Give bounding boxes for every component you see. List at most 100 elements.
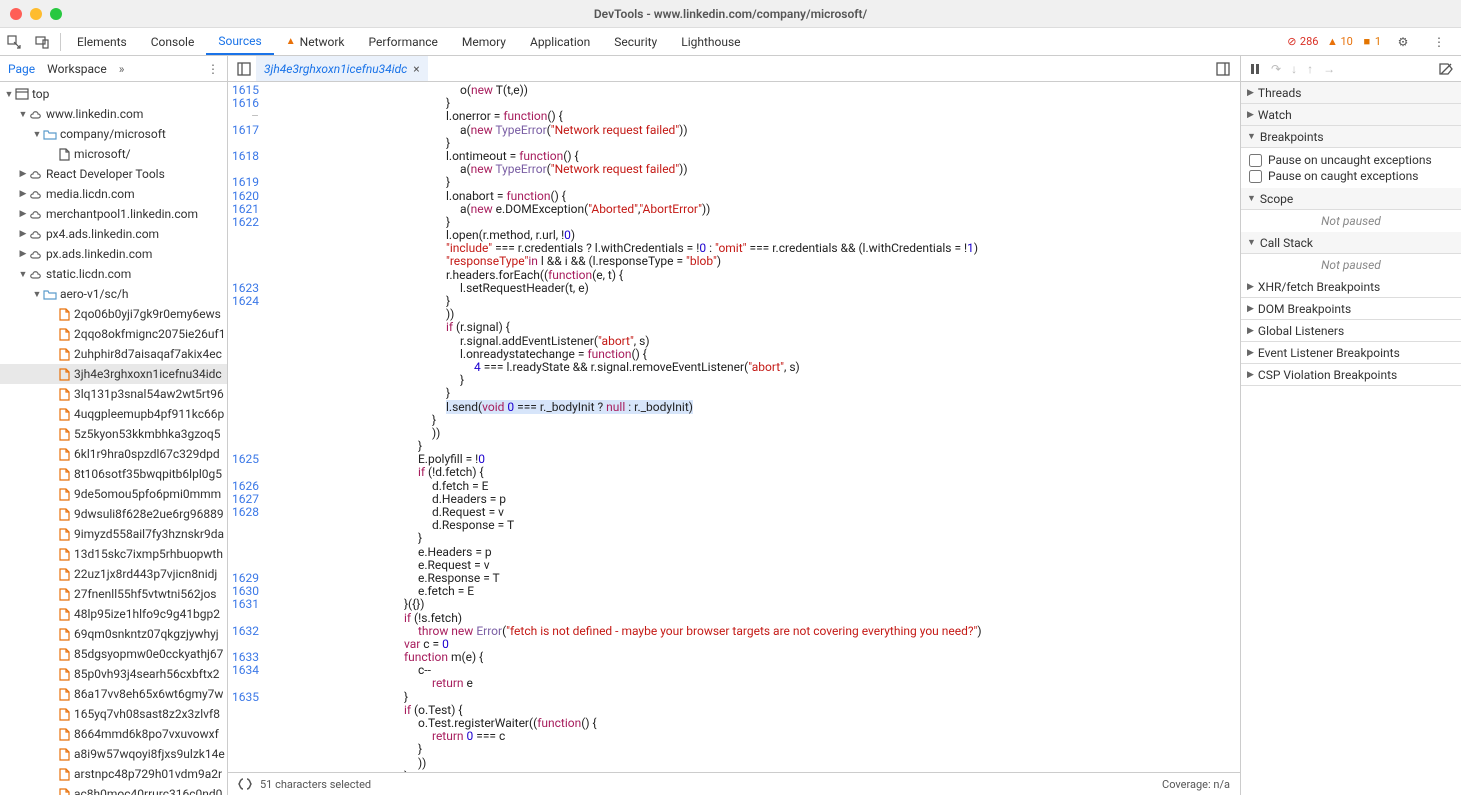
- pretty-print-icon[interactable]: [238, 778, 252, 790]
- section-scope[interactable]: ▼Scope: [1241, 188, 1461, 210]
- tree-item[interactable]: 13d15skc7ixmp5rhbuopwth: [0, 544, 227, 564]
- code-editor[interactable]: 16151616–1617 1618 1619162016211622 1623…: [228, 82, 1240, 772]
- panel-tab-network[interactable]: ▲Network: [274, 28, 357, 55]
- section-xhr-fetch-breakpoints[interactable]: ▶XHR/fetch Breakpoints: [1241, 276, 1461, 298]
- tree-item[interactable]: 9de5omou5pfo6pmi0mmm: [0, 484, 227, 504]
- panel-tab-memory[interactable]: Memory: [450, 28, 518, 55]
- tree-item[interactable]: a8i9w57wqoyi8fjxs9ulzk14e: [0, 744, 227, 764]
- inspect-icon[interactable]: [0, 28, 28, 55]
- warning-count[interactable]: ▲10: [1326, 35, 1352, 48]
- file-icon: [56, 728, 72, 741]
- section-dom-breakpoints[interactable]: ▶DOM Breakpoints: [1241, 298, 1461, 320]
- editor-tab[interactable]: 3jh4e3rghxoxn1icefnu34idc ×: [256, 56, 428, 81]
- tree-item[interactable]: ▼top: [0, 84, 227, 104]
- panel-tab-performance[interactable]: Performance: [357, 28, 450, 55]
- tree-item[interactable]: 27fnenll55hf5vtwtni562jos: [0, 584, 227, 604]
- file-icon: [56, 608, 72, 621]
- tree-item[interactable]: 85dgsyopmw0e0cckyathj67: [0, 644, 227, 664]
- pause-caught-checkbox[interactable]: Pause on caught exceptions: [1249, 168, 1453, 184]
- tree-item[interactable]: 22uz1jx8rd443p7vjicn8nidj: [0, 564, 227, 584]
- device-icon[interactable]: [28, 28, 56, 55]
- cloud-icon: [28, 169, 44, 180]
- tree-label: company/microsoft: [60, 127, 166, 141]
- tree-item[interactable]: ▼static.licdn.com: [0, 264, 227, 284]
- zoom-window-icon[interactable]: [50, 8, 62, 20]
- tree-label: 4uqgpleemupb4pf911kc66p: [74, 407, 224, 421]
- sidebar-tab-page[interactable]: Page: [8, 62, 35, 76]
- tree-item[interactable]: arstnpc48p729h01vdm9a2r: [0, 764, 227, 784]
- tree-item[interactable]: ▶px4.ads.linkedin.com: [0, 224, 227, 244]
- tree-item[interactable]: 8664mmd6k8po7vxuvowxf: [0, 724, 227, 744]
- panel-tab-lighthouse[interactable]: Lighthouse: [669, 28, 752, 55]
- file-icon: [56, 308, 72, 321]
- tree-item[interactable]: 165yq7vh08sast8z2x3zlvf8: [0, 704, 227, 724]
- settings-icon[interactable]: ⚙: [1389, 35, 1417, 49]
- step-into-icon[interactable]: ↓: [1291, 62, 1297, 76]
- file-icon: [56, 508, 72, 521]
- close-window-icon[interactable]: [10, 8, 22, 20]
- tree-item[interactable]: 69qm0snkntz07qkgzjywhyj: [0, 624, 227, 644]
- tree-item[interactable]: ▼company/microsoft: [0, 124, 227, 144]
- tree-item[interactable]: microsoft/: [0, 144, 227, 164]
- tree-item[interactable]: 4uqgpleemupb4pf911kc66p: [0, 404, 227, 424]
- tree-item[interactable]: ▶React Developer Tools: [0, 164, 227, 184]
- pause-uncaught-checkbox[interactable]: Pause on uncaught exceptions: [1249, 152, 1453, 168]
- file-icon: [56, 408, 72, 421]
- tree-item[interactable]: 6kl1r9hra0spzdl67c329dpd: [0, 444, 227, 464]
- tree-item[interactable]: 5z5kyon53kkmbhka3gzoq5: [0, 424, 227, 444]
- tree-item[interactable]: 2uhphir8d7aisaqaf7akix4ec: [0, 344, 227, 364]
- tree-item[interactable]: ▼aero-v1/sc/h: [0, 284, 227, 304]
- tree-item[interactable]: ac8h0moc40rrurc316c0nd0: [0, 784, 227, 795]
- navigator-toggle-icon[interactable]: [232, 62, 256, 76]
- section-callstack[interactable]: ▼Call Stack: [1241, 232, 1461, 254]
- tree-item[interactable]: 86a17vv8eh65x6wt6gmy7w: [0, 684, 227, 704]
- tree-item[interactable]: 9imyzd558ail7fy3hznskr9da: [0, 524, 227, 544]
- tree-item[interactable]: 85p0vh93j4searh56cxbftx2: [0, 664, 227, 684]
- tree-item[interactable]: ▶px.ads.linkedin.com: [0, 244, 227, 264]
- tree-item[interactable]: ▶merchantpool1.linkedin.com: [0, 204, 227, 224]
- panel-tab-console[interactable]: Console: [139, 28, 207, 55]
- file-tree[interactable]: ▼top▼www.linkedin.com▼company/microsoftm…: [0, 82, 227, 795]
- section-event-listener-breakpoints[interactable]: ▶Event Listener Breakpoints: [1241, 342, 1461, 364]
- step-over-icon[interactable]: ↷: [1271, 62, 1281, 76]
- tree-label: 6kl1r9hra0spzdl67c329dpd: [74, 447, 220, 461]
- step-out-icon[interactable]: ↑: [1307, 62, 1313, 76]
- minimize-window-icon[interactable]: [30, 8, 42, 20]
- panel-tab-application[interactable]: Application: [518, 28, 602, 55]
- tree-item[interactable]: 8t106sotf35bwqpitb6lpl0g5: [0, 464, 227, 484]
- section-csp-violation-breakpoints[interactable]: ▶CSP Violation Breakpoints: [1241, 364, 1461, 386]
- sidebar-tab-workspace[interactable]: Workspace: [47, 62, 107, 76]
- tree-label: React Developer Tools: [46, 167, 165, 181]
- tree-item[interactable]: 9dwsuli8f628e2ue6rg96889: [0, 504, 227, 524]
- panel-tab-elements[interactable]: Elements: [65, 28, 139, 55]
- folder-icon: [42, 289, 58, 300]
- file-icon: [56, 348, 72, 361]
- panel-tab-sources[interactable]: Sources: [206, 28, 273, 55]
- sidebar-tabs-more-icon[interactable]: »: [119, 62, 125, 76]
- more-icon[interactable]: ⋮: [1425, 35, 1453, 49]
- deactivate-breakpoints-icon[interactable]: [1439, 63, 1453, 75]
- tree-item[interactable]: 2qqo8okfmignc2075ie26uf1: [0, 324, 227, 344]
- section-watch[interactable]: ▶Watch: [1241, 104, 1461, 126]
- tree-item[interactable]: 3jh4e3rghxoxn1icefnu34idc: [0, 364, 227, 384]
- tree-item[interactable]: 3lq131p3snal54aw2wt5rt96: [0, 384, 227, 404]
- debugger-toggle-icon[interactable]: [1210, 62, 1236, 76]
- file-icon: [56, 668, 72, 681]
- tree-item[interactable]: 2qo06b0yji7gk9r0emy6ews: [0, 304, 227, 324]
- issue-count[interactable]: ■1: [1361, 35, 1381, 48]
- section-threads[interactable]: ▶Threads: [1241, 82, 1461, 104]
- close-tab-icon[interactable]: ×: [413, 62, 419, 76]
- section-breakpoints[interactable]: ▼Breakpoints: [1241, 126, 1461, 148]
- main-toolbar: ElementsConsoleSources▲NetworkPerformanc…: [0, 28, 1461, 56]
- tree-item[interactable]: ▼www.linkedin.com: [0, 104, 227, 124]
- pause-icon[interactable]: [1249, 63, 1261, 75]
- tree-label: arstnpc48p729h01vdm9a2r: [74, 767, 222, 781]
- tree-item[interactable]: 48lp95ize1hlfo9c9g41bgp2: [0, 604, 227, 624]
- step-icon[interactable]: →: [1323, 62, 1335, 76]
- section-global-listeners[interactable]: ▶Global Listeners: [1241, 320, 1461, 342]
- tree-item[interactable]: ▶media.licdn.com: [0, 184, 227, 204]
- panel-tab-security[interactable]: Security: [602, 28, 669, 55]
- sidebar-more-icon[interactable]: ⋮: [207, 62, 219, 76]
- file-icon: [56, 708, 72, 721]
- error-count[interactable]: ⊘286: [1286, 35, 1319, 48]
